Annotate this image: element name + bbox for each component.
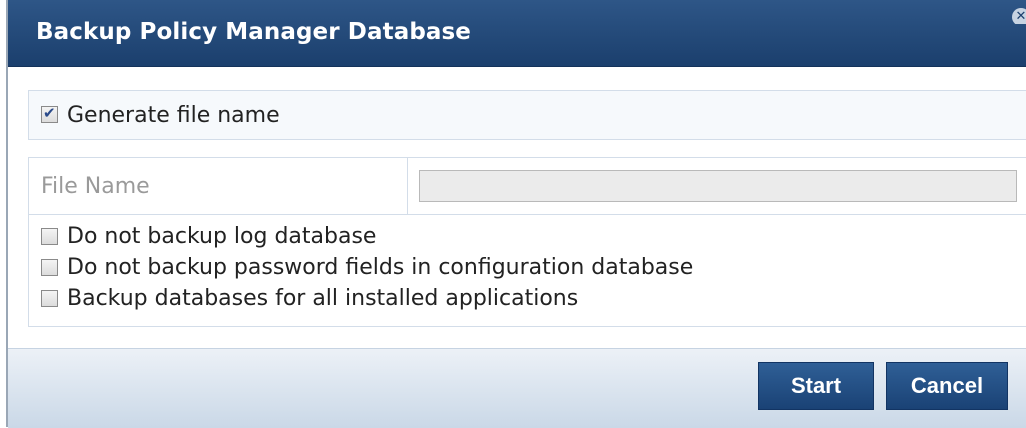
backup-all-apps-label[interactable]: Backup databases for all installed appli… [67, 286, 578, 311]
dialog-title: Backup Policy Manager Database [36, 19, 472, 45]
backup-options-section: File Name Do not backup log database Do … [28, 157, 1026, 327]
backup-dialog: Backup Policy Manager Database ✕ Generat… [6, 0, 1026, 428]
cancel-button[interactable]: Cancel [886, 362, 1008, 410]
no-password-backup-checkbox[interactable] [41, 259, 58, 276]
close-icon[interactable]: ✕ [1012, 8, 1026, 24]
no-log-backup-checkbox[interactable] [41, 228, 58, 245]
generate-file-name-section: Generate file name [28, 90, 1026, 140]
generate-file-name-label[interactable]: Generate file name [67, 103, 280, 128]
no-log-backup-label[interactable]: Do not backup log database [67, 224, 376, 249]
dialog-titlebar: Backup Policy Manager Database ✕ [8, 0, 1026, 67]
file-name-row: File Name [29, 158, 1026, 215]
start-button[interactable]: Start [758, 362, 874, 410]
file-name-input[interactable] [419, 170, 1017, 202]
backup-all-apps-checkbox[interactable] [41, 290, 58, 307]
no-password-backup-label[interactable]: Do not backup password fields in configu… [67, 255, 693, 280]
generate-file-name-checkbox[interactable] [41, 104, 58, 123]
file-name-label: File Name [41, 174, 150, 199]
file-name-divider [407, 158, 408, 214]
